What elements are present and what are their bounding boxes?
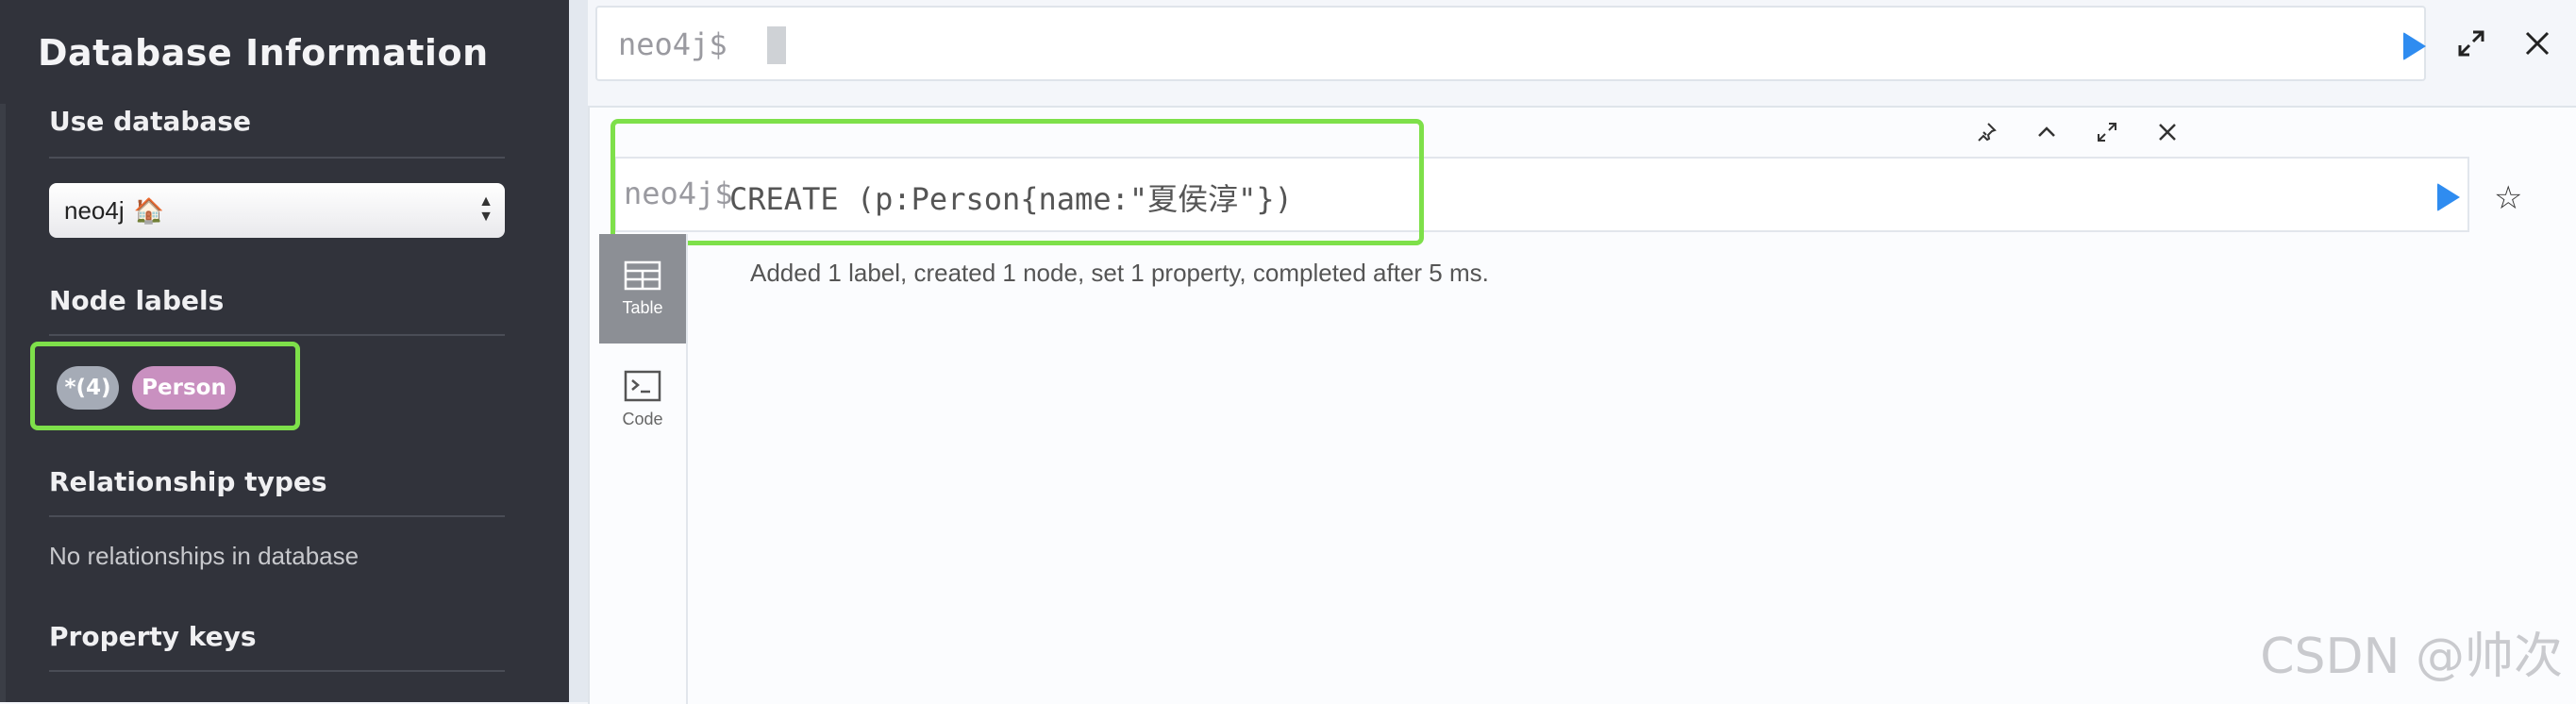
editor-prompt: neo4j$ — [618, 26, 728, 62]
star-icon[interactable]: ☆ — [2494, 179, 2522, 217]
database-select-value: neo4j — [64, 195, 125, 225]
close-icon[interactable] — [2522, 28, 2552, 63]
home-icon: 🏠 — [133, 195, 164, 225]
label-all-nodes[interactable]: *(4) — [57, 366, 119, 410]
query-highlight — [611, 119, 1424, 245]
play-icon[interactable] — [2403, 32, 2426, 60]
divider — [49, 334, 505, 336]
tab-table[interactable]: Table — [599, 234, 686, 344]
node-labels-heading: Node labels — [49, 285, 225, 316]
select-arrows-icon: ▲ ▼ — [478, 193, 493, 225]
watermark: CSDN @帅次 — [2260, 629, 2563, 685]
tab-code[interactable]: Code — [599, 344, 686, 453]
table-icon — [624, 260, 661, 291]
tab-table-label: Table — [622, 298, 663, 317]
result-message: Added 1 label, created 1 node, set 1 pro… — [750, 259, 1489, 287]
play-icon[interactable] — [2437, 183, 2460, 211]
editor-cursor — [767, 26, 786, 64]
main-gutter — [569, 0, 588, 702]
code-icon — [624, 370, 661, 402]
divider — [49, 670, 505, 672]
fullscreen-icon[interactable] — [2096, 121, 2118, 149]
collapse-icon[interactable] — [2035, 121, 2058, 149]
no-relationships-text: No relationships in database — [49, 542, 360, 570]
pin-icon[interactable] — [1975, 121, 1998, 149]
sidebar-title: Database Information — [38, 32, 489, 74]
result-frame: neo4j$ CREATE (p:Person{name:"夏侯淳"}) ☆ T… — [588, 106, 2576, 704]
expand-icon[interactable] — [2456, 28, 2486, 63]
label-person[interactable]: Person — [132, 366, 236, 410]
database-info-sidebar: Database Information Use database neo4j … — [0, 0, 569, 702]
sidebar-stripe — [0, 104, 6, 702]
property-keys-heading: Property keys — [49, 621, 257, 652]
database-select[interactable]: neo4j 🏠 ▲ ▼ — [49, 183, 505, 238]
use-database-heading: Use database — [49, 106, 251, 137]
tab-code-label: Code — [622, 410, 663, 428]
result-view-tabs: Table Code — [599, 234, 688, 704]
relationship-types-heading: Relationship types — [49, 466, 327, 497]
divider — [49, 157, 505, 159]
main-area: neo4j$ neo4j$ CREATE (p:Person{name:"夏侯淳… — [569, 0, 2576, 704]
cypher-editor[interactable]: neo4j$ — [595, 6, 2426, 81]
close-icon[interactable] — [2156, 121, 2179, 149]
divider — [49, 515, 505, 517]
